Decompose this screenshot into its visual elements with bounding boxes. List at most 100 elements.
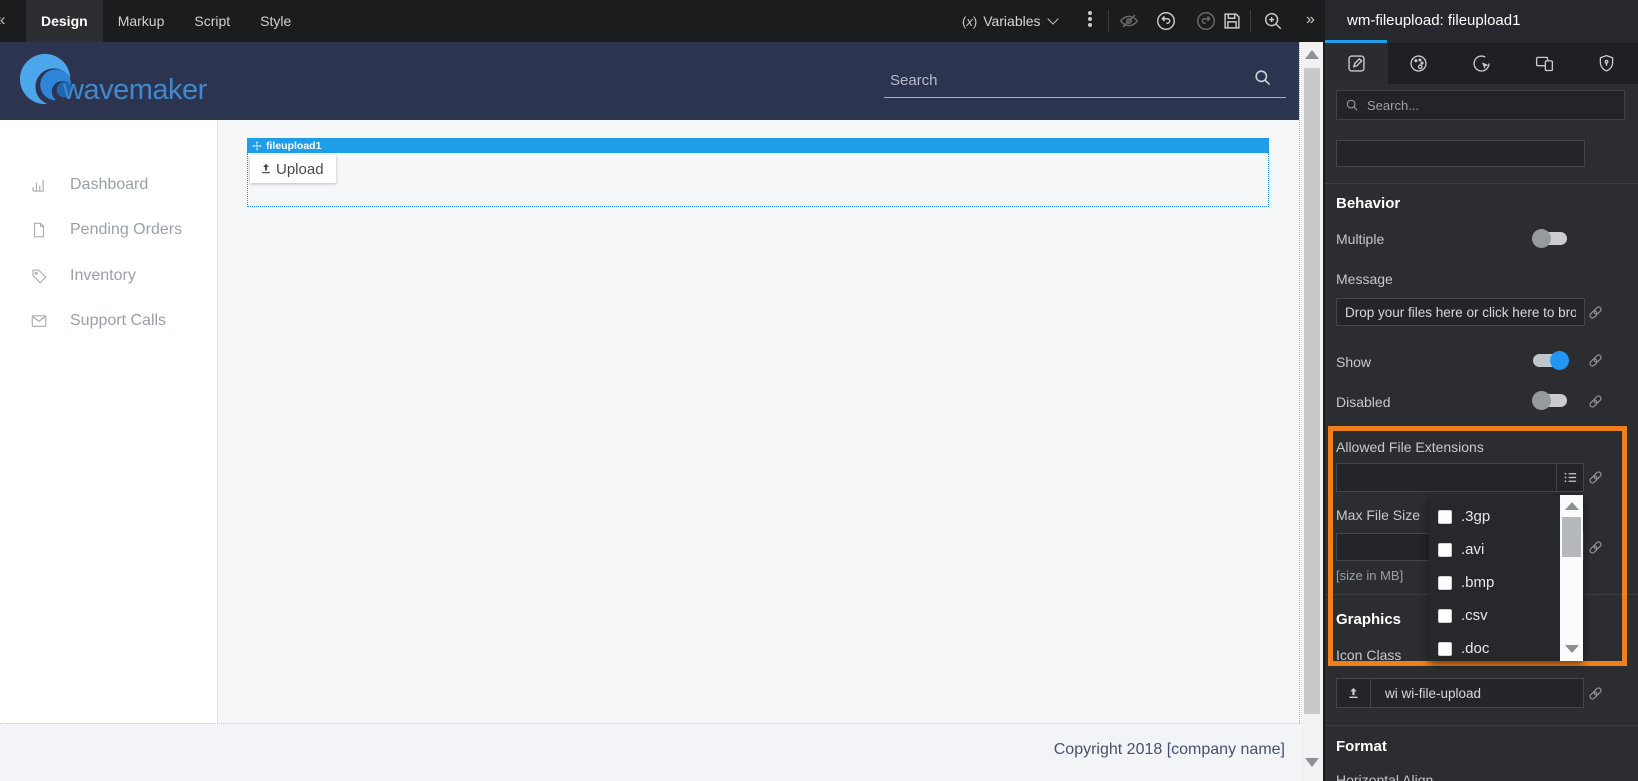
devices-icon	[1534, 53, 1555, 74]
dropdown-scroll-down-arrow[interactable]	[1565, 645, 1579, 653]
extensions-list-button[interactable]	[1556, 464, 1583, 491]
move-icon	[252, 141, 262, 151]
tab-design[interactable]: Design	[26, 0, 103, 42]
sidebar-item-label: Support Calls	[70, 312, 166, 330]
properties-panel-header: wm-fileupload: fileupload1	[1325, 0, 1638, 43]
page-search-field	[884, 64, 1286, 98]
extension-option-doc[interactable]: .doc	[1429, 632, 1560, 661]
sidebar-item-support-calls[interactable]: Support Calls	[0, 306, 218, 336]
multiple-label: Multiple	[1336, 231, 1384, 247]
tab-events[interactable]	[1450, 43, 1513, 84]
page-search-input[interactable]	[890, 68, 1230, 92]
sidebar-item-label: Inventory	[70, 267, 136, 285]
sidebar-item-dashboard[interactable]: Dashboard	[0, 170, 218, 200]
zoom-in-button[interactable]	[1262, 10, 1284, 32]
tab-security[interactable]	[1575, 43, 1638, 84]
search-icon[interactable]	[1253, 68, 1272, 87]
checkbox-unchecked[interactable]	[1438, 543, 1452, 557]
widget-selection-bar[interactable]: fileupload1	[247, 138, 1269, 153]
scrollbar-thumb[interactable]	[1304, 68, 1320, 714]
checkbox-unchecked[interactable]	[1438, 510, 1452, 524]
message-bind-link-icon[interactable]	[1587, 304, 1604, 321]
variables-dropdown[interactable]: (x) Variables	[962, 0, 1057, 42]
option-label: .bmp	[1461, 574, 1494, 591]
icon-class-label: Icon Class	[1336, 647, 1401, 663]
tab-styles[interactable]	[1388, 43, 1451, 84]
allowed-file-extensions-label: Allowed File Extensions	[1336, 439, 1484, 455]
circle-cursor-icon	[1471, 53, 1492, 74]
preview-eye-off-icon[interactable]	[1118, 10, 1140, 32]
option-label: .doc	[1461, 640, 1489, 657]
icon-class-input[interactable]	[1370, 678, 1584, 708]
list-icon	[1563, 470, 1578, 485]
toolbar-divider	[1108, 10, 1109, 32]
sidebar-item-label: Pending Orders	[70, 221, 182, 239]
extension-option-csv[interactable]: .csv	[1429, 599, 1560, 632]
show-label: Show	[1336, 354, 1371, 370]
max-file-size-bind-link-icon[interactable]	[1587, 539, 1604, 556]
sidebar-item-inventory[interactable]: Inventory	[0, 261, 218, 291]
dropdown-scrollbar[interactable]	[1560, 495, 1583, 661]
extension-option-3gp[interactable]: .3gp	[1429, 500, 1560, 533]
sidebar-item-pending-orders[interactable]: Pending Orders	[0, 215, 218, 245]
redo-button[interactable]	[1195, 10, 1217, 32]
collapse-left-button[interactable]: «	[0, 10, 5, 30]
checkbox-unchecked[interactable]	[1438, 576, 1452, 590]
expand-right-button[interactable]: »	[1306, 11, 1315, 29]
unlabeled-property-input[interactable]	[1336, 140, 1585, 167]
message-input[interactable]	[1336, 298, 1585, 326]
extension-option-avi[interactable]: .avi	[1429, 533, 1560, 566]
pencil-square-icon	[1346, 53, 1367, 74]
option-label: .avi	[1461, 541, 1484, 558]
variables-label: Variables	[983, 13, 1040, 29]
show-bind-link-icon[interactable]	[1587, 352, 1604, 369]
format-section-title: Format	[1336, 738, 1387, 755]
upload-button-label: Upload	[276, 161, 324, 178]
message-label: Message	[1336, 271, 1393, 287]
logo-text: wavemaker	[63, 74, 207, 107]
tab-properties[interactable]	[1325, 43, 1388, 84]
widget-name-label: fileupload1	[266, 140, 321, 152]
sidebar-item-label: Dashboard	[70, 176, 148, 194]
palette-icon	[1408, 53, 1429, 74]
multiple-toggle[interactable]	[1532, 229, 1569, 248]
undo-button[interactable]	[1155, 10, 1177, 32]
tab-style[interactable]: Style	[245, 0, 306, 42]
page-footer: Copyright 2018 [company name]	[0, 723, 1300, 781]
chevron-down-icon	[1047, 13, 1058, 24]
scroll-up-arrow[interactable]	[1305, 50, 1319, 59]
dropdown-scrollbar-thumb[interactable]	[1562, 517, 1581, 557]
panel-search-field	[1336, 90, 1625, 120]
disabled-bind-link-icon[interactable]	[1587, 393, 1604, 410]
icon-class-field	[1336, 678, 1584, 708]
disabled-label: Disabled	[1336, 394, 1390, 410]
variables-icon: (x)	[962, 14, 977, 29]
extensions-option-list: .3gp .avi .bmp .csv .doc	[1429, 495, 1560, 661]
shield-pin-icon	[1596, 53, 1617, 74]
more-options-button[interactable]	[1083, 9, 1097, 33]
checkbox-unchecked[interactable]	[1438, 642, 1452, 656]
tab-devices[interactable]	[1513, 43, 1576, 84]
save-button[interactable]	[1221, 10, 1243, 32]
icon-picker-button[interactable]	[1336, 678, 1371, 708]
upload-button[interactable]: Upload	[250, 155, 336, 183]
checkbox-unchecked[interactable]	[1438, 609, 1452, 623]
allowed-extensions-input[interactable]	[1337, 464, 1556, 491]
wavemaker-logo: wavemaker	[18, 51, 207, 109]
allowed-extensions-bind-link-icon[interactable]	[1587, 469, 1604, 486]
horizontal-align-label: Horizontal Align	[1336, 772, 1433, 781]
icon-class-bind-link-icon[interactable]	[1587, 685, 1604, 702]
canvas-scrollbar[interactable]	[1301, 42, 1323, 781]
disabled-toggle[interactable]	[1532, 391, 1569, 410]
show-toggle[interactable]	[1532, 351, 1569, 370]
tab-script[interactable]: Script	[179, 0, 245, 42]
extension-option-bmp[interactable]: .bmp	[1429, 566, 1560, 599]
mode-tabs: Design Markup Script Style	[26, 0, 306, 42]
dropdown-scroll-up-arrow[interactable]	[1565, 502, 1579, 510]
panel-search-input[interactable]	[1367, 98, 1624, 113]
envelope-icon	[30, 312, 48, 330]
allowed-extensions-field	[1336, 463, 1584, 492]
panel-tabbar	[1325, 43, 1638, 84]
scroll-down-arrow[interactable]	[1305, 758, 1319, 767]
tab-markup[interactable]: Markup	[103, 0, 180, 42]
